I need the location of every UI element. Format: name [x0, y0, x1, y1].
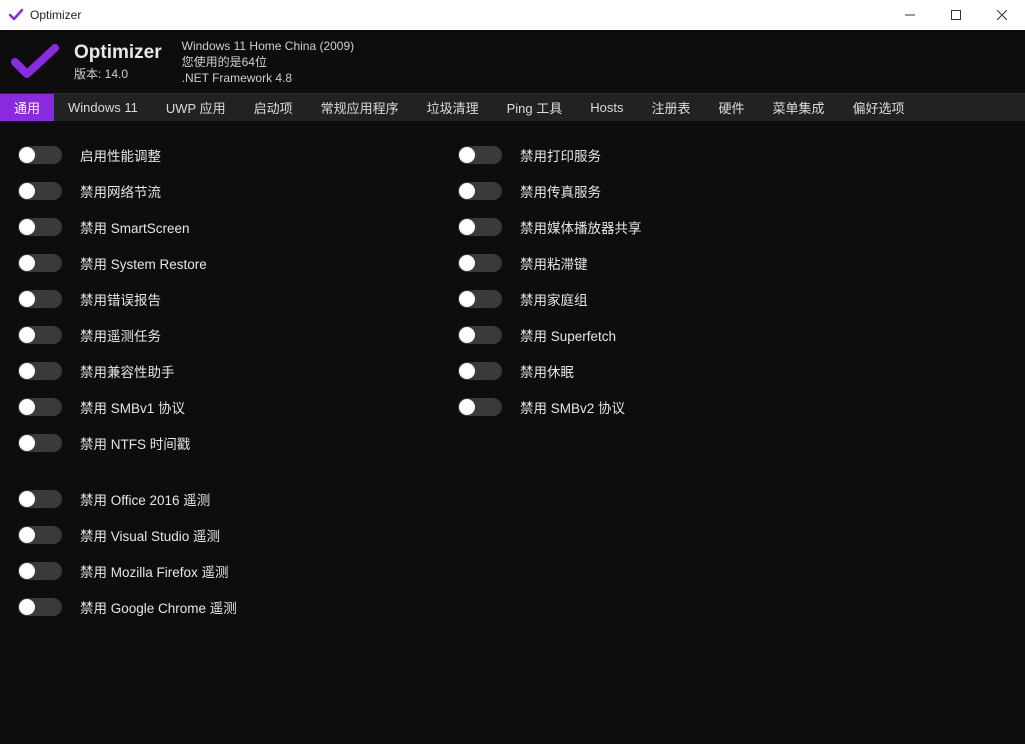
toggle-label: 禁用媒体播放器共享 — [520, 217, 642, 237]
toggle-row-error-reporting: 禁用错误报告 — [18, 281, 458, 317]
app-name: Optimizer — [74, 42, 162, 64]
tab-common-apps[interactable]: 常规应用程序 — [307, 94, 413, 121]
tab-windows11[interactable]: Windows 11 — [54, 94, 152, 121]
toggle-performance-tweaks[interactable] — [18, 146, 62, 164]
toggle-row-sticky-keys: 禁用粘滞键 — [458, 245, 898, 281]
tab-registry[interactable]: 注册表 — [638, 94, 705, 121]
toggle-superfetch[interactable] — [458, 326, 502, 344]
app-version: 版本: 14.0 — [74, 65, 162, 82]
tab-hosts[interactable]: Hosts — [576, 94, 637, 121]
toggle-firefox-telemetry[interactable] — [18, 562, 62, 580]
toggle-row-performance-tweaks: 启用性能调整 — [18, 137, 458, 173]
toggle-label: 禁用休眠 — [520, 361, 574, 381]
toggle-vs-telemetry[interactable] — [18, 526, 62, 544]
toggle-row-ntfs-timestamp: 禁用 NTFS 时间戳 — [18, 425, 458, 461]
tab-general[interactable]: 通用 — [0, 94, 54, 121]
close-button[interactable] — [979, 0, 1025, 30]
os-line: Windows 11 Home China (2009) — [182, 38, 355, 54]
toggle-compat-assistant[interactable] — [18, 362, 62, 380]
app-header: Optimizer 版本: 14.0 Windows 11 Home China… — [0, 30, 1025, 93]
app-icon — [8, 7, 24, 23]
tab-cleanup[interactable]: 垃圾清理 — [413, 94, 493, 121]
window-title: Optimizer — [30, 8, 887, 22]
toggle-row-smbv2: 禁用 SMBv2 协议 — [458, 389, 898, 425]
toggle-row-smartscreen: 禁用 SmartScreen — [18, 209, 458, 245]
toggle-sticky-keys[interactable] — [458, 254, 502, 272]
toggle-homegroup[interactable] — [458, 290, 502, 308]
toggle-print-service[interactable] — [458, 146, 502, 164]
toggle-row-system-restore: 禁用 System Restore — [18, 245, 458, 281]
tab-bar: 通用 Windows 11 UWP 应用 启动项 常规应用程序 垃圾清理 Pin… — [0, 93, 1025, 121]
toggle-label: 禁用 Office 2016 遥测 — [80, 489, 210, 509]
tab-hardware[interactable]: 硬件 — [705, 94, 759, 121]
toggle-smbv2[interactable] — [458, 398, 502, 416]
toggle-row-smbv1: 禁用 SMBv1 协议 — [18, 389, 458, 425]
toggle-media-sharing[interactable] — [458, 218, 502, 236]
toggle-row-office-telemetry: 禁用 Office 2016 遥测 — [18, 481, 458, 517]
toggle-label: 禁用错误报告 — [80, 289, 161, 309]
toggle-row-print-service: 禁用打印服务 — [458, 137, 898, 173]
toggle-label: 禁用粘滞键 — [520, 253, 588, 273]
app-body: Optimizer 版本: 14.0 Windows 11 Home China… — [0, 30, 1025, 744]
tab-uwp-apps[interactable]: UWP 应用 — [152, 94, 240, 121]
toggle-chrome-telemetry[interactable] — [18, 598, 62, 616]
dotnet-line: .NET Framework 4.8 — [182, 70, 355, 86]
toggle-label: 禁用 SMBv2 协议 — [520, 397, 625, 417]
maximize-button[interactable] — [933, 0, 979, 30]
toggle-label: 禁用 System Restore — [80, 253, 207, 273]
toggle-row-hibernation: 禁用休眠 — [458, 353, 898, 389]
tab-menu-integration[interactable]: 菜单集成 — [759, 94, 839, 121]
toggle-label: 禁用兼容性助手 — [80, 361, 175, 381]
toggle-row-media-sharing: 禁用媒体播放器共享 — [458, 209, 898, 245]
toggle-label: 禁用 Superfetch — [520, 325, 616, 345]
toggle-row-homegroup: 禁用家庭组 — [458, 281, 898, 317]
toggle-row-superfetch: 禁用 Superfetch — [458, 317, 898, 353]
tab-ping-tools[interactable]: Ping 工具 — [493, 94, 577, 121]
toggle-label: 禁用 NTFS 时间戳 — [80, 433, 190, 453]
toggle-label: 禁用遥测任务 — [80, 325, 161, 345]
arch-line: 您使用的是64位 — [182, 54, 355, 70]
toggle-hibernation[interactable] — [458, 362, 502, 380]
toggle-row-vs-telemetry: 禁用 Visual Studio 遥测 — [18, 517, 458, 553]
toggle-telemetry-tasks[interactable] — [18, 326, 62, 344]
minimize-button[interactable] — [887, 0, 933, 30]
header-title-block: Optimizer 版本: 14.0 — [74, 42, 162, 82]
toggle-smartscreen[interactable] — [18, 218, 62, 236]
toggle-network-throttling[interactable] — [18, 182, 62, 200]
toggle-row-firefox-telemetry: 禁用 Mozilla Firefox 遥测 — [18, 553, 458, 589]
toggle-column-left: 启用性能调整 禁用网络节流 禁用 SmartScreen 禁用 System R… — [18, 137, 458, 728]
toggle-label: 启用性能调整 — [80, 145, 161, 165]
toggle-row-network-throttling: 禁用网络节流 — [18, 173, 458, 209]
toggle-label: 禁用 Mozilla Firefox 遥测 — [80, 561, 229, 581]
toggle-row-chrome-telemetry: 禁用 Google Chrome 遥测 — [18, 589, 458, 625]
toggle-label: 禁用传真服务 — [520, 181, 601, 201]
toggle-row-compat-assistant: 禁用兼容性助手 — [18, 353, 458, 389]
toggle-label: 禁用家庭组 — [520, 289, 588, 309]
toggle-label: 禁用 SMBv1 协议 — [80, 397, 185, 417]
system-info: Windows 11 Home China (2009) 您使用的是64位 .N… — [182, 38, 355, 87]
checkmark-icon — [10, 44, 60, 80]
toggle-label: 禁用打印服务 — [520, 145, 601, 165]
window-controls — [887, 0, 1025, 30]
toggle-column-right: 禁用打印服务 禁用传真服务 禁用媒体播放器共享 禁用粘滞键 禁用家庭组 禁用 S… — [458, 137, 898, 728]
window-titlebar: Optimizer — [0, 0, 1025, 30]
toggle-smbv1[interactable] — [18, 398, 62, 416]
toggle-label: 禁用网络节流 — [80, 181, 161, 201]
toggle-row-telemetry-tasks: 禁用遥测任务 — [18, 317, 458, 353]
toggle-system-restore[interactable] — [18, 254, 62, 272]
toggle-error-reporting[interactable] — [18, 290, 62, 308]
toggle-label: 禁用 SmartScreen — [80, 217, 190, 237]
toggle-fax-service[interactable] — [458, 182, 502, 200]
toggle-label: 禁用 Visual Studio 遥测 — [80, 525, 220, 545]
tab-preferences[interactable]: 偏好选项 — [839, 94, 919, 121]
content-area: 启用性能调整 禁用网络节流 禁用 SmartScreen 禁用 System R… — [0, 121, 1025, 744]
tab-startup[interactable]: 启动项 — [240, 94, 307, 121]
toggle-row-fax-service: 禁用传真服务 — [458, 173, 898, 209]
toggle-label: 禁用 Google Chrome 遥测 — [80, 597, 237, 617]
group-gap — [18, 461, 458, 481]
toggle-office-telemetry[interactable] — [18, 490, 62, 508]
toggle-ntfs-timestamp[interactable] — [18, 434, 62, 452]
